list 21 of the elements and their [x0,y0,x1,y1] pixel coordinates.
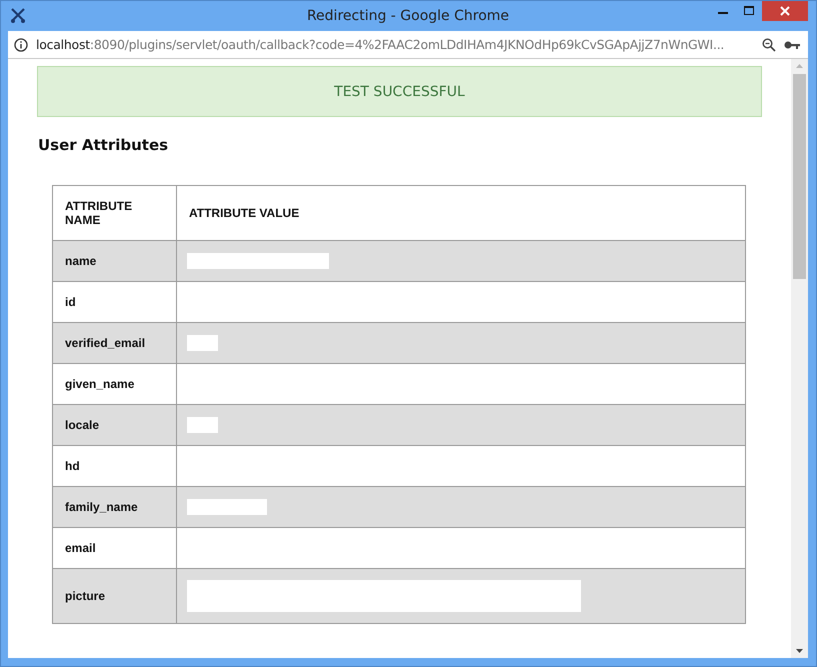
info-icon[interactable] [14,38,28,52]
scissors-icon [10,8,26,24]
table-cell: picture [52,568,176,624]
zoom-icon[interactable] [762,38,776,52]
table-cell: name [52,240,176,282]
column-header: ATTRIBUTE VALUE [176,186,746,240]
table-cell: locale [52,404,176,446]
close-icon[interactable] [762,1,808,21]
table-cell: given_name [52,364,176,404]
column-header: ATTRIBUTE NAME [52,186,176,240]
section-title: User Attributes [38,136,170,154]
table-cell: hd [52,446,176,486]
success-banner: TEST SUCCESSFUL [37,66,762,117]
table-cell: verified_email [52,322,176,364]
table-cell: id [52,282,176,322]
key-icon[interactable] [784,40,800,50]
scrollbar[interactable] [791,59,808,658]
table-cell: family_name [52,486,176,528]
window-title: Redirecting - Google Chrome [306,8,510,24]
table-cell: email [52,528,176,568]
scroll-thumb[interactable] [793,74,806,279]
